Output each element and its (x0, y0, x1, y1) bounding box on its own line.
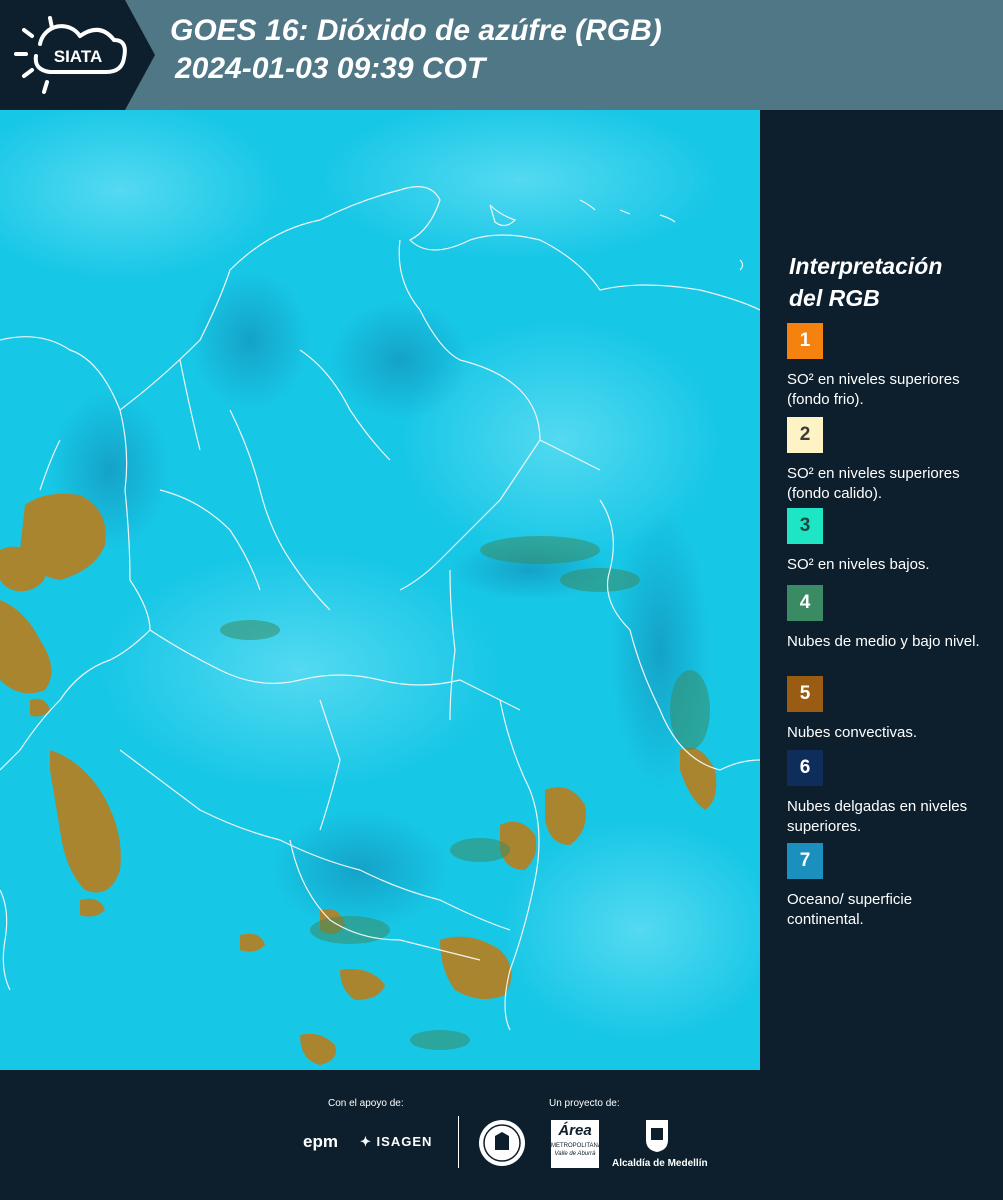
siata-logo-text: SIATA (54, 47, 102, 66)
legend-swatch: 7 (787, 843, 823, 879)
legend-swatch: 1 (787, 323, 823, 359)
epm-logo-text: epm (303, 1132, 338, 1151)
legend-item-5: 5 Nubes convectivas. (787, 676, 997, 743)
support-caption: Con el apoyo de: (328, 1098, 404, 1109)
legend-number: 3 (799, 515, 811, 536)
legend-label: SO² en niveles bajos. (787, 556, 930, 573)
footer-divider (458, 1116, 459, 1168)
legend-label: Oceano/ superficie continental. (787, 891, 913, 928)
area-metropolitana-logo[interactable]: Área METROPOLITANA Valle de Aburrá (551, 1120, 602, 1168)
legend-label: Nubes convectivas. (787, 724, 918, 741)
legend-label: Nubes delgadas en niveles superiores. (787, 798, 968, 835)
legend-panel: Interpretación del RGB 1 SO² en niveles … (760, 110, 1003, 1070)
legend-item-3: 3 SO² en niveles bajos. (787, 508, 997, 575)
legend-label: SO² en niveles superiores (fondo frio). (787, 371, 960, 408)
header-bar: SIATA GOES 16: Dióxido de azúfre (RGB) 2… (0, 0, 1003, 110)
legend-swatch: 6 (787, 750, 823, 786)
legend-number: 2 (799, 424, 811, 445)
isagen-logo-text: ISAGEN (376, 1134, 433, 1149)
legend-title: Interpretación del RGB (789, 250, 989, 314)
satellite-map[interactable] (0, 110, 760, 1070)
project-caption: Un proyecto de: (549, 1098, 620, 1109)
legend-number: 4 (799, 592, 811, 613)
legend-number: 5 (799, 683, 811, 704)
epm-logo[interactable]: epm (303, 1132, 338, 1152)
legend-swatch: 2 (787, 417, 823, 453)
legend-swatch: 5 (787, 676, 823, 712)
alcaldia-logo-text: Alcaldía de Medellín (612, 1158, 708, 1169)
medellin-seal-logo[interactable] (477, 1118, 527, 1168)
isagen-logo-icon: ✦ (360, 1134, 372, 1149)
siata-logo[interactable]: SIATA (10, 10, 140, 100)
alcaldia-shield-logo[interactable] (644, 1118, 670, 1154)
legend-number: 1 (799, 330, 811, 351)
isagen-logo[interactable]: ✦ ISAGEN (360, 1134, 432, 1150)
area-logo-sub2: Valle de Aburrá (554, 1151, 596, 1157)
page-timestamp: 2024-01-03 09:39 COT (175, 52, 486, 85)
legend-label: SO² en niveles superiores (fondo calido)… (787, 465, 960, 502)
legend-item-2: 2 SO² en niveles superiores (fondo calid… (787, 417, 997, 504)
area-logo-main: Área (558, 1122, 592, 1139)
page-title: GOES 16: Dióxido de azúfre (RGB) (170, 14, 662, 47)
legend-title-line2: del RGB (789, 285, 880, 311)
legend-item-1: 1 SO² en niveles superiores (fondo frio)… (787, 323, 997, 410)
area-logo-sub: METROPOLITANA (551, 1143, 602, 1149)
legend-swatch: 3 (787, 508, 823, 544)
legend-label: Nubes de medio y bajo nivel. (787, 633, 980, 650)
legend-swatch: 4 (787, 585, 823, 621)
legend-title-line1: Interpretación (789, 253, 943, 279)
legend-item-6: 6 Nubes delgadas en niveles superiores. (787, 750, 997, 837)
footer-bar: Con el apoyo de: Un proyecto de: epm ✦ I… (0, 1070, 1003, 1200)
legend-item-7: 7 Oceano/ superficie continental. (787, 843, 997, 930)
legend-number: 6 (799, 757, 811, 778)
legend-item-4: 4 Nubes de medio y bajo nivel. (787, 585, 997, 652)
legend-number: 7 (799, 850, 811, 871)
